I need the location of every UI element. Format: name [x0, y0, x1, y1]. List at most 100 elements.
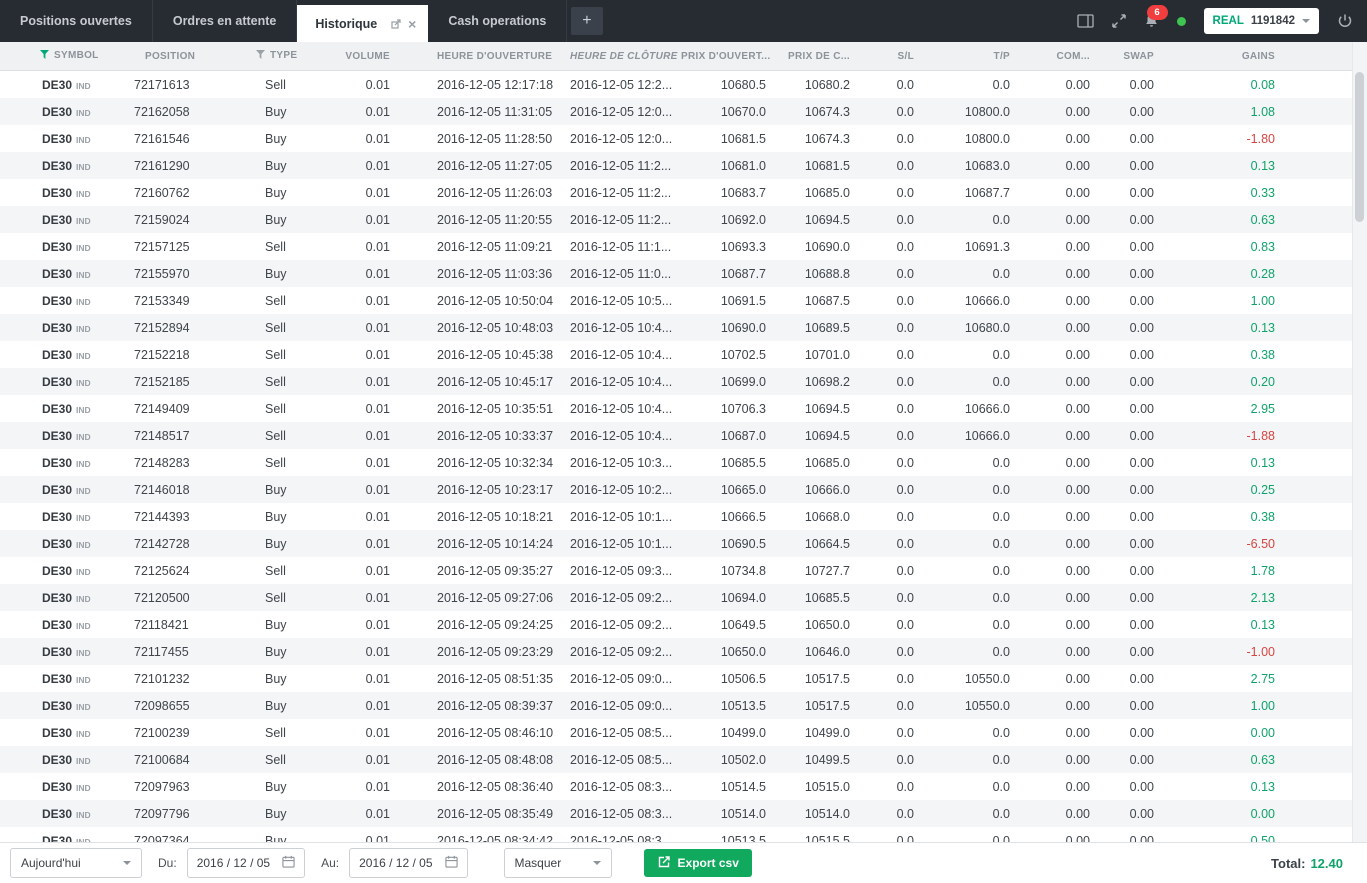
column-header-symbol[interactable]: SYMBOL — [0, 42, 120, 71]
table-row[interactable]: DE30 IND 72148283 Sell 0.01 2016-12-05 10:32:… — [0, 449, 1353, 476]
table-header: SYMBOL POSITION TYPE VOLUME HEURE D'OUVE… — [0, 42, 1353, 71]
table-row[interactable]: DE30 IND 72162058 Buy 0.01 2016-12-05 11:31:0… — [0, 98, 1353, 125]
cell-position: 72160762 — [134, 185, 190, 200]
table-row[interactable]: DE30 IND 72157125 Sell 0.01 2016-12-05 11:09:… — [0, 233, 1353, 260]
column-header-gains[interactable]: GAINS — [1160, 42, 1353, 71]
column-header-volume[interactable]: VOLUME — [330, 42, 400, 71]
to-date-input[interactable]: 2016 / 12 / 05 — [349, 848, 468, 878]
power-icon[interactable] — [1337, 13, 1353, 29]
close-tab-icon[interactable]: × — [408, 17, 416, 31]
cell-close-price: 10668.0 — [804, 509, 850, 524]
cell-open-price: 10706.3 — [720, 401, 766, 416]
column-header-close-time[interactable]: HEURE DE CLÔTURE — [560, 42, 680, 71]
vertical-scrollbar[interactable] — [1352, 42, 1367, 842]
column-header-tp[interactable]: T/P — [920, 42, 1016, 71]
table-row[interactable]: DE30 IND 72144393 Buy 0.01 2016-12-05 10:18:2… — [0, 503, 1353, 530]
cell-position: 72101232 — [134, 671, 190, 686]
column-header-position[interactable]: POSITION — [120, 42, 240, 71]
table-row[interactable]: DE30 IND 72152894 Sell 0.01 2016-12-05 10:48:… — [0, 314, 1353, 341]
cell-tp: 10550.0 — [964, 671, 1010, 686]
cell-open-time: 2016-12-05 10:45:38 — [437, 347, 554, 362]
tab-positions-ouvertes[interactable]: Positions ouvertes — [0, 0, 153, 42]
table-row[interactable]: DE30 IND 72149409 Sell 0.01 2016-12-05 10:35:… — [0, 395, 1353, 422]
table-row[interactable]: DE30 IND 72171613 Sell 0.01 2016-12-05 12:17:… — [0, 71, 1353, 99]
column-header-swap[interactable]: SWAP — [1096, 42, 1160, 71]
symbol-category-tag: IND — [76, 593, 91, 604]
popout-icon[interactable] — [391, 18, 401, 29]
export-icon — [657, 855, 671, 872]
cell-open-time: 2016-12-05 10:45:17 — [400, 368, 560, 395]
notification-count-badge: 6 — [1146, 5, 1168, 20]
column-header-open-time[interactable]: HEURE D'OUVERTURE — [400, 42, 560, 71]
table-row[interactable]: DE30 IND 72146018 Buy 0.01 2016-12-05 10:23:1… — [0, 476, 1353, 503]
cell-tp: 0.0 — [992, 455, 1010, 470]
export-csv-button[interactable]: Export csv — [643, 849, 752, 877]
table-row[interactable]: DE30 IND 72153349 Sell 0.01 2016-12-05 10:50:… — [0, 287, 1353, 314]
symbol-category-tag: IND — [76, 188, 91, 199]
cell-tp: 0.0 — [992, 779, 1010, 794]
visibility-select[interactable]: Masquer — [503, 848, 612, 878]
table-row[interactable]: DE30 IND 72101232 Buy 0.01 2016-12-05 08:51:3… — [0, 665, 1353, 692]
table-row[interactable]: DE30 IND 72161546 Buy 0.01 2016-12-05 11:28:5… — [0, 125, 1353, 152]
table-row[interactable]: DE30 IND 72125624 Sell 0.01 2016-12-05 09:35:… — [0, 557, 1353, 584]
table-row[interactable]: DE30 IND 72152185 Sell 0.01 2016-12-05 10:45:… — [0, 368, 1353, 395]
cell-position: 72159024 — [120, 206, 240, 233]
table-row[interactable]: DE30 IND 72148517 Sell 0.01 2016-12-05 10:33:… — [0, 422, 1353, 449]
calendar-icon[interactable] — [282, 855, 295, 871]
column-header-open-price[interactable]: PRIX D'OUVERT... — [680, 42, 772, 71]
cell-swap: 0.00 — [1129, 833, 1154, 843]
cell-symbol: DE30 IND — [0, 179, 120, 206]
symbol-category-tag: IND — [76, 728, 91, 739]
table-row[interactable]: DE30 IND 72120500 Sell 0.01 2016-12-05 09:27:… — [0, 584, 1353, 611]
cell-commission: 0.00 — [1065, 293, 1090, 308]
tab-cash-operations[interactable]: Cash operations — [428, 0, 568, 42]
cell-close-price: 10680.2 — [804, 77, 850, 92]
date-range-select[interactable]: Aujourd'hui — [10, 848, 142, 878]
notifications-bell-icon[interactable]: 6 — [1144, 5, 1168, 29]
table-row[interactable]: DE30 IND 72152218 Sell 0.01 2016-12-05 10:45:… — [0, 341, 1353, 368]
calendar-icon[interactable] — [444, 855, 458, 871]
table-row[interactable]: DE30 IND 72159024 Buy 0.01 2016-12-05 11:20:5… — [0, 206, 1353, 233]
symbol-label: DE30 — [42, 509, 73, 524]
cell-open-time: 2016-12-05 10:48:03 — [400, 314, 560, 341]
cell-position: 72097364 — [134, 833, 190, 843]
column-header-sl[interactable]: S/L — [856, 42, 920, 71]
table-row[interactable]: DE30 IND 72118421 Buy 0.01 2016-12-05 09:24:2… — [0, 611, 1353, 638]
column-header-close-price[interactable]: PRIX DE C... — [772, 42, 856, 71]
table-row[interactable]: DE30 IND 72155970 Buy 0.01 2016-12-05 11:03:3… — [0, 260, 1353, 287]
table-row[interactable]: DE30 IND 72098655 Buy 0.01 2016-12-05 08:39:3… — [0, 692, 1353, 719]
fullscreen-icon[interactable] — [1111, 14, 1126, 28]
table-row[interactable]: DE30 IND 72097963 Buy 0.01 2016-12-05 08:36:4… — [0, 773, 1353, 800]
layout-icon[interactable] — [1076, 14, 1094, 28]
column-header-commission[interactable]: COM... — [1016, 42, 1096, 71]
cell-swap: 0.00 — [1096, 422, 1160, 449]
row-group: DE30 IND 72100239 Sell 0.01 2016-12-05 08:46:… — [0, 719, 1353, 842]
table-row[interactable]: DE30 IND 72097364 Buy 0.01 2016-12-05 08:34:4… — [0, 827, 1353, 843]
scrollbar-thumb[interactable] — [1355, 72, 1364, 222]
table-row[interactable]: DE30 IND 72117455 Buy 0.01 2016-12-05 09:23:2… — [0, 638, 1353, 665]
add-tab-button[interactable]: + — [571, 7, 603, 35]
account-selector[interactable]: REAL 1191842 — [1203, 8, 1319, 34]
cell-swap: 0.00 — [1096, 800, 1160, 827]
filter-icon[interactable] — [40, 50, 49, 62]
table-row[interactable]: DE30 IND 72161290 Buy 0.01 2016-12-05 11:27:0… — [0, 152, 1353, 179]
table-row[interactable]: DE30 IND 72160762 Buy 0.01 2016-12-05 11:26:0… — [0, 179, 1353, 206]
cell-type: Sell — [265, 401, 286, 416]
cell-close-price: 10664.5 — [772, 530, 856, 557]
cell-symbol: DE30 IND — [0, 98, 120, 125]
filter-icon[interactable] — [256, 50, 265, 62]
column-header-type[interactable]: TYPE — [240, 42, 330, 71]
from-date-input[interactable]: 2016 / 12 / 05 — [186, 848, 306, 878]
tab-ordres-en-attente[interactable]: Ordres en attente — [153, 0, 298, 42]
table-row[interactable]: DE30 IND 72097796 Buy 0.01 2016-12-05 08:35:4… — [0, 800, 1353, 827]
cell-symbol: DE30 IND — [0, 341, 120, 368]
table-row[interactable]: DE30 IND 72100684 Sell 0.01 2016-12-05 08:48:… — [0, 746, 1353, 773]
table-row[interactable]: DE30 IND 72142728 Buy 0.01 2016-12-05 10:14:2… — [0, 530, 1353, 557]
table-row[interactable]: DE30 IND 72100239 Sell 0.01 2016-12-05 08:46:… — [0, 719, 1353, 746]
cell-position: 72148517 — [120, 422, 240, 449]
cell-volume: 0.01 — [365, 77, 390, 92]
cell-close-price: 10499.0 — [804, 725, 850, 740]
cell-type: Buy — [265, 617, 287, 632]
plus-icon: + — [582, 12, 592, 29]
tab-historique[interactable]: Historique × — [297, 5, 429, 42]
